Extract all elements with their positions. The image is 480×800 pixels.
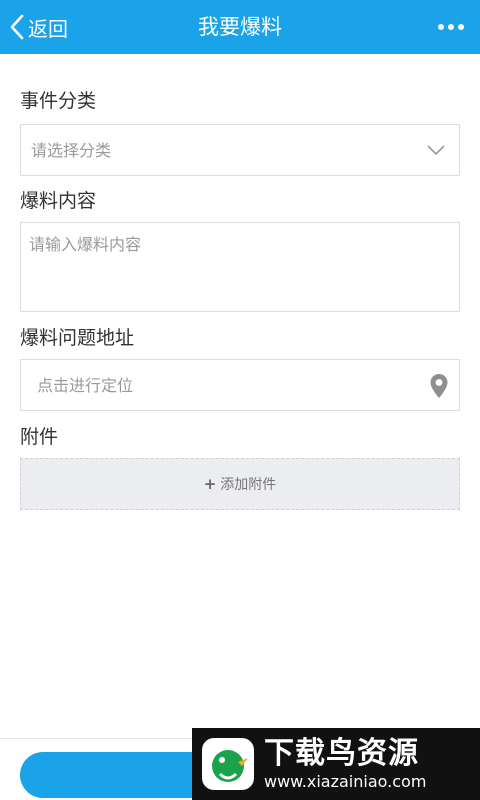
attachment-label: 附件	[20, 426, 59, 448]
watermark-name: 下载鸟资源	[264, 736, 419, 771]
chevron-left-icon	[10, 14, 24, 40]
more-menu-button[interactable]	[434, 0, 468, 54]
content-label: 爆料内容	[20, 190, 97, 212]
report-form: 事件分类 请选择分类 爆料内容 请输入爆料内容 爆料问题地址 点击进行定位 附件…	[20, 54, 460, 510]
more-dots-icon	[448, 24, 454, 30]
back-button[interactable]: 返回	[8, 0, 68, 54]
add-attachment-label: 添加附件	[220, 477, 277, 493]
address-placeholder: 点击进行定位	[37, 376, 134, 395]
watermark-banner: 下载鸟资源 www.xiazainiao.com	[192, 728, 480, 800]
add-attachment-button[interactable]: + 添加附件	[20, 458, 460, 510]
content-placeholder: 请输入爆料内容	[29, 235, 142, 254]
back-label: 返回	[28, 16, 68, 41]
address-location-field[interactable]: 点击进行定位	[20, 359, 460, 411]
page-title: 我要爆料	[198, 15, 282, 39]
more-dots-icon	[438, 24, 444, 30]
content-textarea[interactable]: 请输入爆料内容	[20, 222, 460, 312]
address-label: 爆料问题地址	[20, 327, 135, 349]
location-pin-icon[interactable]	[429, 373, 449, 399]
bird-logo-icon	[202, 738, 254, 790]
plus-icon: +	[203, 475, 217, 493]
category-select[interactable]: 请选择分类	[20, 124, 460, 176]
watermark-url: www.xiazainiao.com	[264, 772, 427, 791]
nav-bar: 返回 我要爆料	[0, 0, 480, 54]
category-placeholder: 请选择分类	[31, 141, 112, 160]
more-dots-icon	[458, 24, 464, 30]
chevron-down-icon	[427, 145, 445, 156]
category-label: 事件分类	[20, 90, 97, 112]
